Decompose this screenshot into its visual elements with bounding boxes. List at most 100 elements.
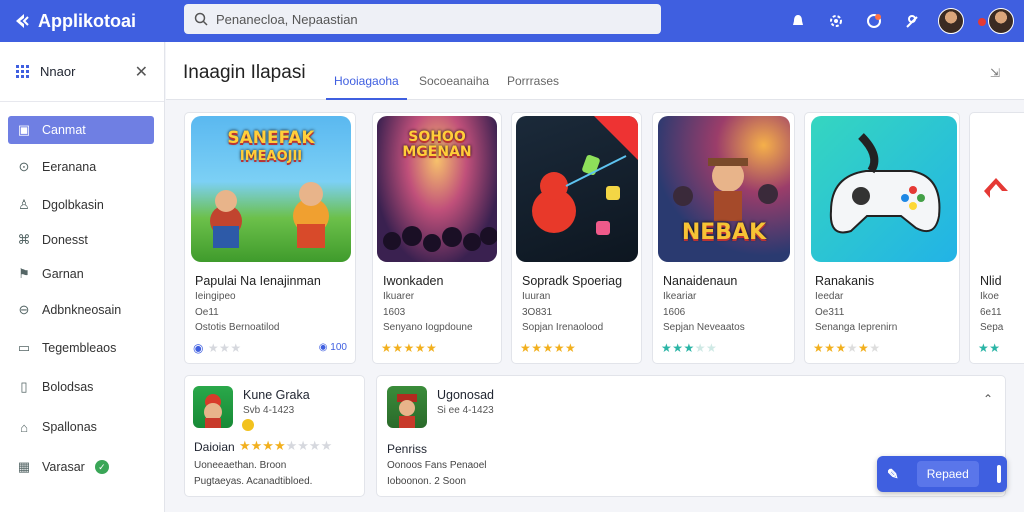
- app-thumbnail: NEBAK: [658, 116, 790, 262]
- status-dot-icon: [978, 18, 986, 26]
- featured-title: Ugonosad: [437, 388, 494, 402]
- logo-icon: [16, 14, 29, 28]
- page-title: Inaagin Ilapasi: [183, 62, 306, 83]
- search-icon: [194, 12, 208, 26]
- app-meta: Oe11: [195, 307, 219, 318]
- rating-count: ◉ 100: [318, 342, 347, 353]
- rating-stars: ★★★★★: [520, 341, 577, 355]
- shield-icon: ⊖: [18, 302, 30, 317]
- top-bar: Applikotoai: [0, 0, 1024, 42]
- app-category: Senanga Ieprenirn: [815, 322, 898, 333]
- sidebar-item-label: Donesst: [42, 233, 88, 247]
- featured-desc-1: Uoneeaethan. Broon: [194, 460, 287, 471]
- report-button[interactable]: Repaed: [916, 461, 979, 487]
- notification-icon[interactable]: [862, 9, 886, 33]
- app-meta: Oe311: [815, 307, 845, 318]
- app-developer: Ieingipeo: [195, 291, 236, 302]
- tab-porrrases[interactable]: Porrrases: [507, 74, 559, 88]
- bell-icon[interactable]: [786, 9, 810, 33]
- featured-card[interactable]: Kune Graka Svb 4-1423 Daioian ★★★★★★★★ U…: [184, 375, 365, 497]
- tab-socoeanaiha[interactable]: Socoeanaiha: [419, 74, 489, 88]
- sidebar-item-label: Spallonas: [42, 420, 97, 434]
- app-icon: [387, 386, 427, 428]
- app-developer: Ikuarer: [383, 291, 415, 302]
- rating-stars: ★★★★★: [381, 341, 438, 355]
- book-icon: ▯: [20, 379, 28, 394]
- sidebar-item-label: Tegembleaos: [42, 341, 117, 355]
- sidebar-header: Nnaor ✕: [0, 42, 164, 102]
- store-icon: ▦: [17, 459, 31, 474]
- app-meta: 3O831: [522, 307, 553, 318]
- search-input[interactable]: [216, 11, 636, 27]
- app-title: Iwonkaden: [383, 274, 444, 288]
- featured-label: Penriss: [387, 442, 428, 456]
- featured-sub: Svb 4-1423: [243, 405, 295, 416]
- app-thumbnail: [811, 116, 957, 262]
- flag-icon: ⚑: [18, 266, 30, 281]
- sidebar-item-label: Adbnkneosain: [42, 303, 122, 317]
- top-actions: [786, 0, 1014, 42]
- rating-stars: ★★★★★★★★: [239, 438, 333, 453]
- featured-title: Kune Graka: [243, 388, 310, 402]
- rating-stars: ★★★★★★: [813, 341, 881, 355]
- app-card[interactable]: Nlid Ikoe 6e11 Sepa ★★: [969, 112, 1024, 364]
- app-developer: Iuuran: [522, 291, 551, 302]
- app-meta: 1603: [383, 307, 406, 318]
- featured-label: Daioian: [194, 440, 235, 454]
- sidebar-item-bolodsas[interactable]: ▯ Bolodsas: [8, 373, 154, 401]
- app-thumbnail: SOHOO MGENAN: [377, 116, 497, 262]
- featured-desc-2: Pugtaeyas. Acanadtibloed.: [194, 476, 313, 487]
- app-category: Sopjan Irenaolood: [522, 322, 604, 333]
- featured-desc-2: Ioboonon. 2 Soon: [387, 476, 466, 487]
- compass-icon: ⊙: [18, 159, 30, 174]
- sidebar-item-canmat[interactable]: ▣ Canmat: [8, 116, 154, 144]
- app-developer: Ikeariar: [663, 291, 697, 302]
- app-card[interactable]: Sopradk Spoeriag Iuuran 3O831 Sopjan Ire…: [511, 112, 642, 364]
- sidebar-item-varasar[interactable]: ▦ Varasar ✓: [8, 453, 154, 481]
- sidebar-item-dgolbkasin[interactable]: ♙ Dgolbkasin: [8, 191, 154, 219]
- tab-hooiagaoha[interactable]: Hooiagaoha: [334, 74, 399, 88]
- avatar[interactable]: [938, 8, 964, 34]
- account-menu[interactable]: [978, 8, 1014, 34]
- app-card[interactable]: SOHOO MGENAN Iwonkaden Ikuarer 1603 Senya…: [372, 112, 502, 364]
- chevron-up-icon[interactable]: ⌃: [983, 392, 993, 406]
- gamepad-icon: ⌘: [17, 232, 31, 247]
- rating-stars: ★★★★★: [661, 341, 718, 355]
- grid-icon: ▣: [17, 122, 31, 137]
- user-settings-icon[interactable]: [900, 9, 924, 33]
- app-category: Senyano Iogpdoune: [383, 322, 473, 333]
- featured-desc-1: Oonoos Fans Penaoel: [387, 460, 487, 471]
- floating-action-bar[interactable]: ✎ Repaed: [877, 456, 1007, 492]
- app-thumbnail: SANEFAK IMEAOJII: [191, 116, 351, 262]
- sidebar-item-label: Varasar: [42, 460, 85, 474]
- sidebar-item-label: Eeranana: [42, 160, 97, 174]
- sidebar-item-eeranana[interactable]: ⊙ Eeranana: [8, 153, 154, 181]
- app-name: Applikotoai: [38, 10, 136, 31]
- close-icon[interactable]: ✕: [135, 62, 148, 82]
- puzzle-icon: ⌂: [20, 419, 28, 435]
- app-card[interactable]: SANEFAK IMEAOJII Papulai Na Ienajinman Ie…: [184, 112, 356, 364]
- main-header: Inaagin Ilapasi Hooiagaoha Socoeanaiha P…: [166, 42, 1024, 100]
- app-category: Sepa: [980, 322, 1004, 333]
- featured-sub: Si ee 4-1423: [437, 405, 494, 416]
- sidebar-item-tegembleaos[interactable]: ▭ Tegembleaos: [8, 334, 154, 362]
- sidebar-title: Nnaor: [40, 64, 76, 79]
- sidebar-item-donesst[interactable]: ⌘ Donesst: [8, 226, 154, 254]
- status-badge: ✓: [94, 460, 109, 474]
- app-card[interactable]: NEBAK Nanaidenaun Ikeariar 1606 Sepjan N…: [652, 112, 795, 364]
- sort-icon[interactable]: ⇲: [990, 66, 1000, 80]
- app-meta: 1606: [663, 307, 686, 318]
- app-developer: Ieedar: [815, 291, 844, 302]
- sidebar-item-garnan[interactable]: ⚑ Garnan: [8, 260, 154, 288]
- search-bar[interactable]: [184, 4, 661, 34]
- app-card[interactable]: Ranakanis Ieedar Oe311 Senanga Ieprenirn…: [804, 112, 960, 364]
- edit-icon[interactable]: ✎: [887, 466, 899, 483]
- gear-icon[interactable]: [824, 9, 848, 33]
- brand[interactable]: Applikotoai: [0, 11, 178, 32]
- app-title: Ranakanis: [815, 274, 875, 288]
- sidebar-item-adbnkneosain[interactable]: ⊖ Adbnkneosain: [8, 296, 154, 324]
- expand-icon[interactable]: [996, 465, 1001, 483]
- tab-indicator: [326, 98, 407, 100]
- grid-menu-icon[interactable]: [16, 64, 30, 79]
- sidebar-item-spallonas[interactable]: ⌂ Spallonas: [8, 413, 154, 441]
